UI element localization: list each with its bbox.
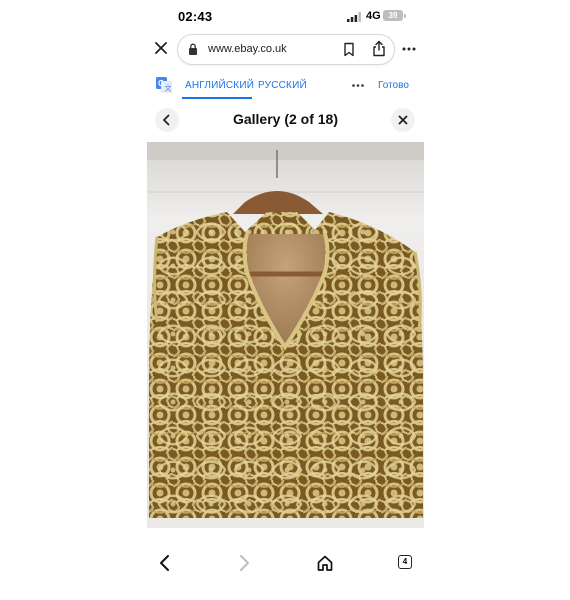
close-icon[interactable] [151, 38, 171, 58]
svg-text:文: 文 [165, 84, 172, 93]
tab-language-russian[interactable]: РУССКИЙ [258, 80, 307, 91]
more-icon[interactable] [352, 84, 364, 87]
battery-tip [404, 14, 406, 18]
battery-icon: 39 [383, 10, 403, 21]
address-bar-row: www.ebay.co.uk [147, 34, 424, 65]
lock-icon [189, 43, 197, 55]
gallery-title: Gallery (2 of 18) [232, 111, 339, 127]
address-bar[interactable]: www.ebay.co.uk [177, 34, 395, 65]
lace-top-photo [147, 142, 424, 528]
forward-icon[interactable] [236, 554, 252, 572]
tabs-icon[interactable]: 4 [398, 555, 412, 569]
gallery-back-button[interactable] [155, 108, 179, 132]
chevron-left-icon [163, 114, 170, 126]
browser-screen: 02:43 4G 39 www.ebay.co.uk G 文 АНГЛИЙСКИ… [147, 0, 424, 600]
status-time: 02:43 [178, 9, 213, 24]
share-icon[interactable] [371, 40, 387, 57]
gallery-header: Gallery (2 of 18) [147, 106, 424, 134]
translate-bar: G 文 АНГЛИЙСКИЙ РУССКИЙ Готово [147, 72, 424, 100]
google-translate-icon: G 文 [156, 77, 172, 93]
gallery-image[interactable] [147, 142, 424, 528]
signal-icon [347, 12, 361, 22]
home-icon[interactable] [316, 554, 334, 572]
gallery-close-button[interactable] [391, 108, 415, 132]
svg-text:G: G [158, 79, 164, 88]
bottom-toolbar: 4 [147, 548, 424, 580]
status-bar: 02:43 4G 39 [147, 0, 424, 34]
tab-language-english[interactable]: АНГЛИЙСКИЙ [185, 80, 254, 91]
url-text[interactable]: www.ebay.co.uk [208, 43, 287, 55]
selected-language-indicator [182, 97, 252, 99]
bookmark-icon[interactable] [342, 42, 356, 57]
done-button[interactable]: Готово [378, 80, 409, 91]
back-icon[interactable] [157, 554, 173, 572]
more-icon[interactable] [402, 47, 416, 51]
network-type: 4G [366, 10, 381, 22]
close-icon [398, 115, 408, 125]
